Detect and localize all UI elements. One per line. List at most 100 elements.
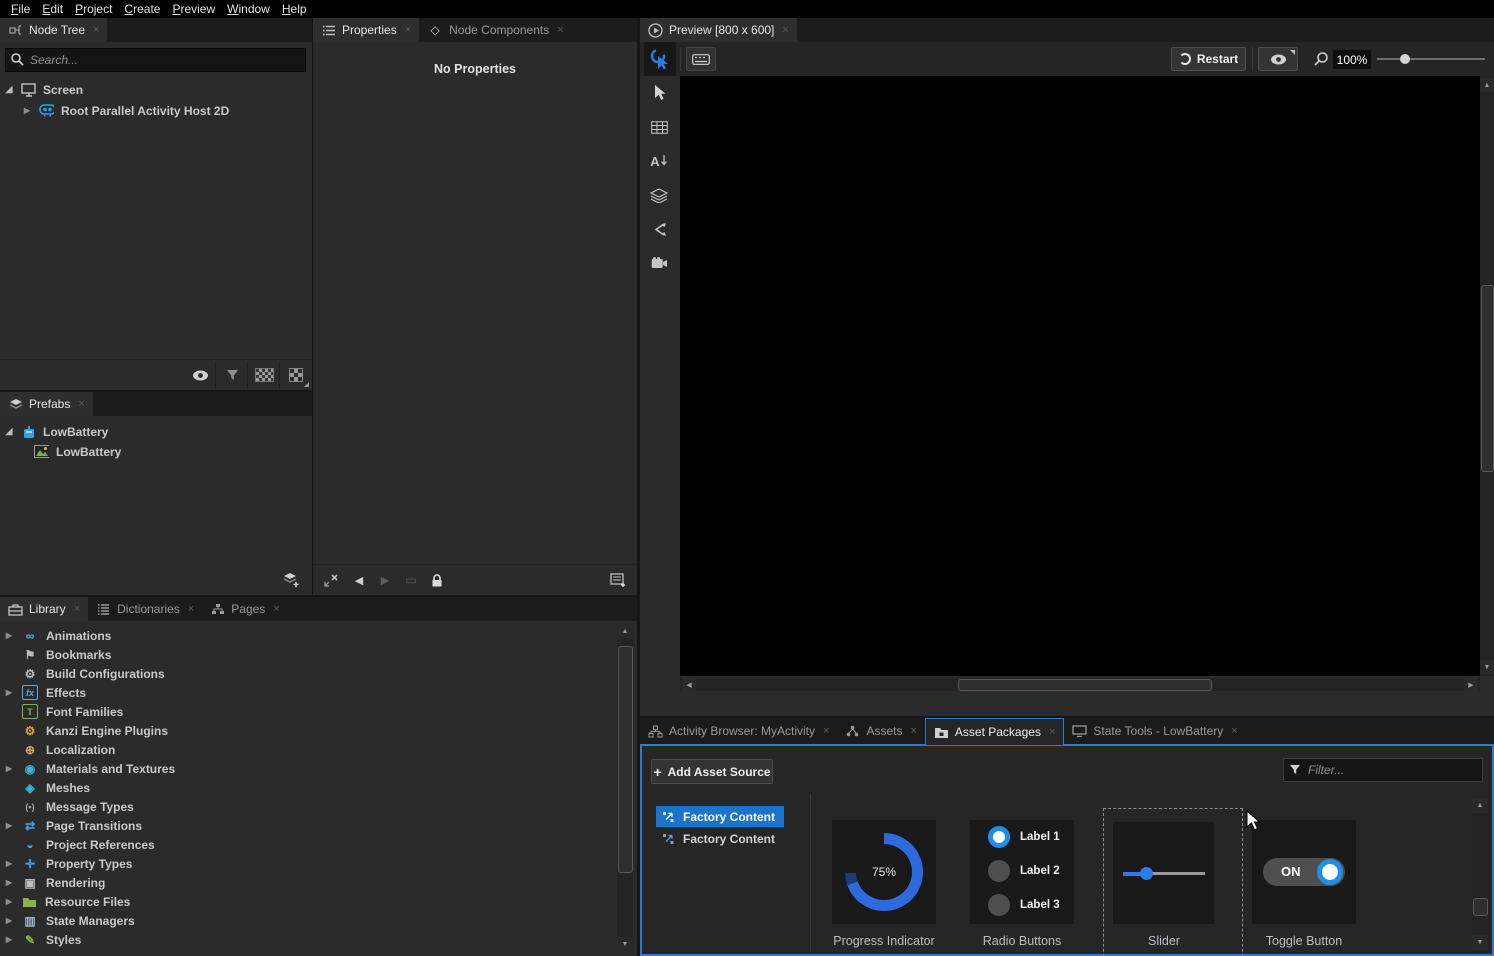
preview-hscrollbar[interactable]: ◀ ▶	[680, 678, 1480, 691]
close-icon[interactable]: ×	[188, 603, 194, 615]
close-icon[interactable]: ×	[93, 24, 99, 36]
library-item-rendering[interactable]: ▶ ▣ Rendering	[4, 873, 611, 892]
zoom-slider-thumb[interactable]	[1400, 54, 1410, 64]
caret-collapsed-icon[interactable]: ▶	[4, 764, 14, 773]
close-icon[interactable]: ×	[1049, 726, 1055, 738]
menu-create[interactable]: Create	[118, 2, 166, 16]
close-icon[interactable]: ×	[910, 725, 916, 737]
menu-window[interactable]: Window	[221, 2, 276, 16]
visibility-filter-button[interactable]	[185, 362, 216, 388]
scrollbar-thumb[interactable]	[1481, 285, 1494, 472]
asset-source-item-selected[interactable]: Factory Content	[656, 806, 784, 827]
caret-collapsed-icon[interactable]: ▶	[4, 631, 14, 640]
zoom-value[interactable]: 100%	[1333, 50, 1371, 69]
prefab-row-lowbattery-child[interactable]: LowBattery	[34, 443, 312, 460]
share-tool-button[interactable]	[640, 212, 678, 246]
caret-expanded-icon[interactable]: ◢	[4, 426, 14, 437]
preview-viewport[interactable]	[680, 76, 1480, 676]
restart-button[interactable]: Restart	[1171, 47, 1246, 71]
interact-mode-button[interactable]	[644, 42, 676, 76]
add-asset-source-button[interactable]: + Add Asset Source	[651, 759, 773, 784]
virtual-keyboard-button[interactable]	[686, 47, 716, 71]
tab-prefabs[interactable]: Prefabs ×	[0, 392, 93, 416]
tab-node-tree[interactable]: Node Tree ×	[0, 18, 107, 42]
text-tool-button[interactable]: A	[640, 144, 678, 178]
asset-toggle-button[interactable]: ON	[1252, 820, 1356, 924]
tab-preview[interactable]: Preview [800 x 600] ×	[640, 18, 797, 42]
create-prefab-button[interactable]	[278, 567, 304, 591]
scroll-down-button[interactable]: ▼	[1480, 660, 1494, 674]
close-icon[interactable]: ×	[405, 24, 411, 36]
tab-activity-browser[interactable]: Activity Browser: MyActivity ×	[640, 718, 837, 744]
back-button[interactable]: ◀	[347, 568, 371, 592]
menu-edit[interactable]: Edit	[36, 2, 69, 16]
caret-collapsed-icon[interactable]: ▶	[4, 878, 14, 887]
caret-collapsed-icon[interactable]: ▶	[4, 821, 14, 830]
library-item-page-transitions[interactable]: ▶ ⇄ Page Transitions	[4, 816, 611, 835]
library-item-localization[interactable]: ⊕ Localization	[4, 740, 611, 759]
preview-vscrollbar[interactable]: ▲ ▼	[1480, 76, 1494, 676]
asset-slider[interactable]	[1113, 822, 1214, 924]
menu-preview[interactable]: Preview	[166, 2, 221, 16]
scrollbar-thumb[interactable]	[618, 646, 633, 873]
caret-collapsed-icon[interactable]: ▶	[4, 897, 14, 906]
asset-scrollbar[interactable]: ▲ ▼	[1472, 798, 1488, 950]
tab-pages[interactable]: Pages ×	[202, 597, 287, 621]
select-tool-button[interactable]	[640, 76, 678, 110]
scroll-left-button[interactable]: ◀	[682, 678, 696, 691]
library-item-styles[interactable]: ▶ ✎ Styles	[4, 930, 611, 949]
library-item-resource-files[interactable]: ▶ Resource Files	[4, 892, 611, 911]
scroll-up-button[interactable]: ▲	[1472, 798, 1488, 813]
zoom-slider-track[interactable]	[1377, 58, 1485, 60]
tab-dictionaries[interactable]: Dictionaries ×	[88, 597, 202, 621]
tree-row-root-activity-host[interactable]: ▶ Root Parallel Activity Host 2D	[22, 102, 312, 119]
asset-progress-indicator[interactable]: 75%	[832, 820, 936, 924]
close-icon[interactable]: ×	[823, 725, 829, 737]
tab-assets[interactable]: Assets ×	[837, 718, 924, 744]
tab-node-components[interactable]: ◇ Node Components ×	[419, 18, 572, 42]
library-item-build-configurations[interactable]: ⚙ Build Configurations	[4, 664, 611, 683]
grid-tool-button[interactable]	[640, 110, 678, 144]
scroll-up-button[interactable]: ▲	[1480, 78, 1494, 92]
library-item-meshes[interactable]: ◈ Meshes	[4, 778, 611, 797]
tab-properties[interactable]: Properties ×	[313, 18, 419, 42]
library-item-message-types[interactable]: (•) Message Types	[4, 797, 611, 816]
scroll-down-button[interactable]: ▼	[617, 937, 633, 952]
library-item-state-managers[interactable]: ▶ ▥ State Managers	[4, 911, 611, 930]
menu-help[interactable]: Help	[276, 2, 313, 16]
caret-collapsed-icon[interactable]: ▶	[4, 688, 14, 697]
asset-source-item[interactable]: Factory Content	[656, 828, 784, 849]
asset-radio-buttons[interactable]: Label 1 Label 2 Label 3	[970, 820, 1074, 924]
close-icon[interactable]: ×	[78, 398, 84, 410]
library-item-font-families[interactable]: T Font Families	[4, 702, 611, 721]
checker-background-button[interactable]	[249, 362, 280, 388]
scroll-right-button[interactable]: ▶	[1464, 678, 1478, 691]
filter-funnel-button[interactable]	[217, 362, 248, 388]
clear-properties-button[interactable]	[319, 568, 343, 592]
library-item-project-references[interactable]: ◒ Project References	[4, 835, 611, 854]
tab-asset-packages[interactable]: Asset Packages ×	[925, 718, 1064, 745]
caret-expanded-icon[interactable]: ◢	[4, 84, 14, 95]
caret-collapsed-icon[interactable]: ▶	[4, 916, 14, 925]
frame-button[interactable]: ▭	[399, 568, 423, 592]
close-icon[interactable]: ×	[74, 603, 80, 615]
tree-row-screen[interactable]: ◢ Screen	[4, 81, 312, 98]
library-scrollbar[interactable]: ▲ ▼	[617, 624, 633, 952]
menu-file[interactable]: File	[5, 2, 36, 16]
library-item-effects[interactable]: ▶ fx Effects	[4, 683, 611, 702]
library-item-materials-and-textures[interactable]: ▶ ◉ Materials and Textures	[4, 759, 611, 778]
add-property-button[interactable]	[605, 568, 631, 592]
forward-button[interactable]: ▶	[373, 568, 397, 592]
filter-input[interactable]	[1283, 758, 1483, 782]
camera-tool-button[interactable]	[640, 246, 678, 280]
scrollbar-thumb[interactable]	[1473, 898, 1488, 916]
scroll-down-button[interactable]: ▼	[1472, 935, 1488, 950]
prefab-row-lowbattery[interactable]: ◢ LowBattery	[4, 423, 312, 440]
lock-button[interactable]	[425, 568, 449, 592]
close-icon[interactable]: ×	[557, 24, 563, 36]
scrollbar-thumb[interactable]	[958, 679, 1212, 691]
caret-collapsed-icon[interactable]: ▶	[4, 935, 14, 944]
background-options-button[interactable]	[281, 362, 310, 388]
close-icon[interactable]: ×	[782, 24, 788, 36]
caret-collapsed-icon[interactable]: ▶	[22, 106, 32, 115]
